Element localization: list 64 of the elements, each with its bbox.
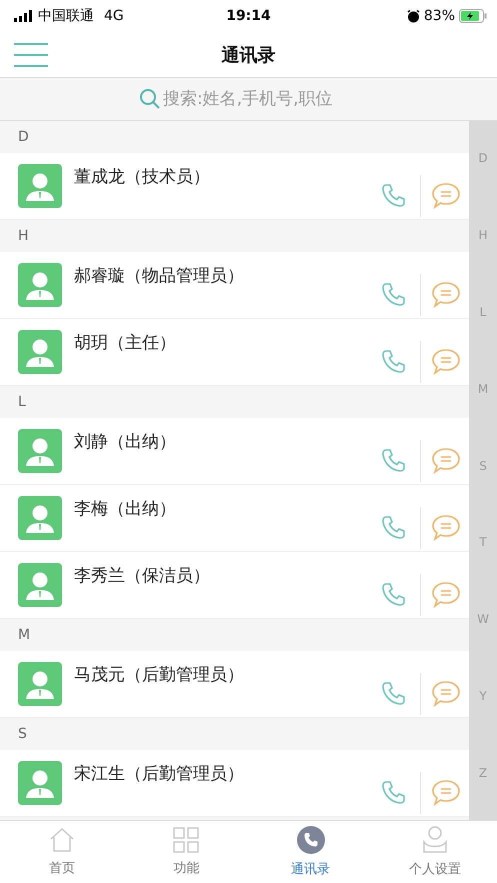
call-button[interactable] <box>380 447 408 475</box>
phone-icon <box>296 826 325 854</box>
battery-percent: 83% <box>424 8 455 24</box>
message-button[interactable] <box>431 447 461 475</box>
message-button[interactable] <box>431 680 461 708</box>
tab-item[interactable]: 个人设置 <box>372 821 497 883</box>
call-button[interactable] <box>380 348 408 376</box>
network-type: 4G <box>104 8 124 24</box>
message-button[interactable] <box>431 281 461 309</box>
contact-name: 董成龙（技术员） <box>74 166 210 188</box>
message-button[interactable] <box>431 182 461 210</box>
clock-time: 19:14 <box>226 8 271 24</box>
avatar-icon <box>18 761 62 805</box>
contact-row[interactable]: 胡玥（主任） <box>0 319 469 386</box>
alarm-icon <box>406 10 420 22</box>
page-title: 通讯录 <box>222 44 276 66</box>
avatar-icon <box>18 496 62 540</box>
search-field[interactable]: 搜索:姓名,手机号,职位 <box>163 89 358 109</box>
tab-item[interactable]: 功能 <box>124 821 248 883</box>
section-letter: L <box>18 394 26 410</box>
contact-name: 马茂元（后勤管理员） <box>74 664 244 686</box>
menu-button[interactable] <box>14 42 48 68</box>
carrier-name: 中国联通 <box>38 7 94 25</box>
contact-row[interactable]: 董成龙（技术员） <box>0 153 469 220</box>
avatar-icon <box>18 563 62 607</box>
avatar-icon <box>18 164 62 208</box>
contact-row[interactable]: 郝睿璇（物品管理员） <box>0 252 469 319</box>
contact-name: 李秀兰（保洁员） <box>74 565 210 587</box>
battery-icon <box>459 9 487 23</box>
call-button[interactable] <box>380 281 408 309</box>
contact-row[interactable]: 宋江生（后勤管理员） <box>0 750 469 817</box>
contact-name: 宋江生（后勤管理员） <box>74 763 244 785</box>
tab-item[interactable]: 通讯录 <box>248 821 373 883</box>
contact-row[interactable]: 李梅（出纳） <box>0 485 469 552</box>
person-icon <box>422 826 448 854</box>
contact-name: 李梅（出纳） <box>74 498 176 520</box>
section-letter: H <box>18 228 29 244</box>
contact-name: 胡玥（主任） <box>74 332 176 354</box>
avatar-icon <box>18 662 62 706</box>
contact-row[interactable]: 马茂元（后勤管理员） <box>0 651 469 718</box>
section-letter: M <box>18 627 30 643</box>
section-letter: S <box>18 726 27 742</box>
home-icon <box>49 827 76 853</box>
message-button[interactable] <box>431 581 461 609</box>
call-button[interactable] <box>380 779 408 807</box>
search-icon <box>139 88 161 110</box>
contact-name: 刘静（出纳） <box>74 431 176 453</box>
avatar-icon <box>18 330 62 374</box>
call-button[interactable] <box>380 514 408 542</box>
avatar-icon <box>18 429 62 473</box>
contact-name: 郝睿璇（物品管理员） <box>74 265 244 287</box>
tab-item[interactable]: 首页 <box>0 821 124 883</box>
call-button[interactable] <box>380 182 408 210</box>
call-button[interactable] <box>380 581 408 609</box>
contact-row[interactable]: 刘静（出纳） <box>0 418 469 485</box>
call-button[interactable] <box>380 680 408 708</box>
grid-icon <box>173 827 200 853</box>
avatar-icon <box>18 263 62 307</box>
message-button[interactable] <box>431 514 461 542</box>
message-button[interactable] <box>431 348 461 376</box>
section-letter: D <box>18 129 29 145</box>
contact-row[interactable]: 李秀兰（保洁员） <box>0 552 469 619</box>
signal-icon <box>14 10 34 22</box>
message-button[interactable] <box>431 779 461 807</box>
